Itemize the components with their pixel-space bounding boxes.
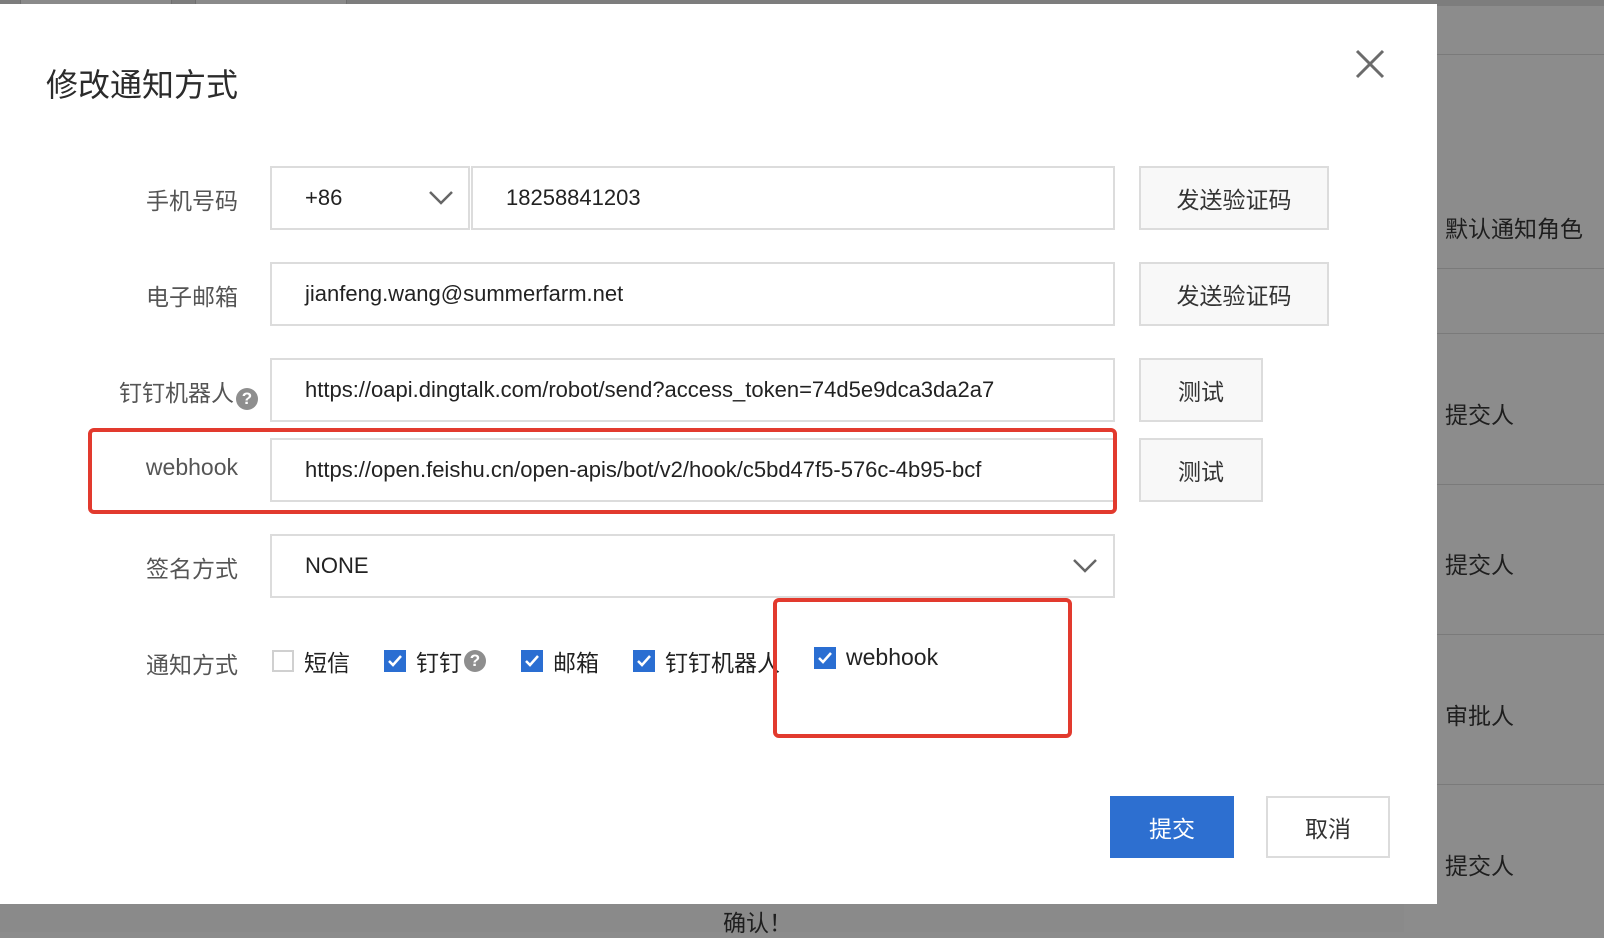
checkbox-label: 钉钉 [416,650,462,676]
country-code-value: +86 [305,185,343,210]
checkmark-icon [384,650,406,672]
email-label: 电子邮箱 [146,284,238,310]
close-icon[interactable] [1352,46,1388,82]
country-code-select[interactable]: +86 [270,166,470,230]
help-icon[interactable]: ? [464,650,486,672]
email-value: jianfeng.wang@summerfarm.net [305,281,624,306]
background-cell: 默认通知角色 [1445,216,1583,242]
webhook-value: https://open.feishu.cn/open-apis/bot/v2/… [305,457,982,482]
dingtalk-robot-input[interactable]: https://oapi.dingtalk.com/robot/send?acc… [270,358,1115,422]
webhook-test-button[interactable]: 测试 [1139,438,1263,502]
webhook-input[interactable]: https://open.feishu.cn/open-apis/bot/v2/… [270,438,1115,502]
checkmark-icon [521,650,543,672]
background-footer [0,904,1404,932]
help-icon[interactable]: ? [236,388,258,410]
checkmark-icon [814,646,836,669]
phone-label: 手机号码 [146,188,238,214]
modal-title: 修改通知方式 [46,67,239,103]
cancel-button[interactable]: 取消 [1266,796,1390,858]
dingtalk-robot-test-button[interactable]: 测试 [1139,358,1263,422]
phone-value: 18258841203 [506,185,641,210]
checkbox-label: 短信 [304,650,350,676]
checkbox-label: 钉钉机器人 [665,650,780,676]
checkbox-unchecked-icon [272,650,294,672]
email-send-code-button[interactable]: 发送验证码 [1139,262,1329,326]
chevron-down-icon [429,191,453,205]
checkbox-dingtalk[interactable]: 钉钉? [384,644,486,678]
sign-method-label: 签名方式 [146,556,238,582]
sign-method-value: NONE [305,553,369,578]
checkbox-dingtalk-robot[interactable]: 钉钉机器人 [633,644,780,678]
webhook-label: webhook [145,454,238,480]
background-confirm-text: 确认！ [723,910,792,936]
checkbox-label: webhook [846,644,939,670]
email-input[interactable]: jianfeng.wang@summerfarm.net [270,262,1115,326]
phone-send-code-button[interactable]: 发送验证码 [1139,166,1329,230]
dingtalk-robot-value: https://oapi.dingtalk.com/robot/send?acc… [305,377,995,402]
background-cell: 提交人 [1445,853,1514,879]
chevron-down-icon [1073,559,1097,573]
background-cell: 提交人 [1445,552,1514,578]
sign-method-select[interactable]: NONE [270,534,1115,598]
phone-input[interactable]: 18258841203 [471,166,1115,230]
submit-button[interactable]: 提交 [1110,796,1234,858]
background-cell: 审批人 [1445,703,1514,729]
checkmark-icon [633,650,655,672]
checkbox-email[interactable]: 邮箱 [521,644,599,678]
dingtalk-robot-label-text: 钉钉机器人 [119,380,234,406]
notify-settings-modal: 修改通知方式 手机号码 +86 18258841203 发送验证码 电子邮箱 j… [0,4,1437,904]
background-cell: 提交人 [1445,402,1514,428]
dingtalk-robot-label: 钉钉机器人? [58,374,258,410]
checkbox-webhook[interactable]: webhook [814,644,938,671]
notify-methods-label: 通知方式 [146,652,238,678]
checkbox-sms[interactable]: 短信 [272,644,350,678]
checkbox-label: 邮箱 [553,650,599,676]
